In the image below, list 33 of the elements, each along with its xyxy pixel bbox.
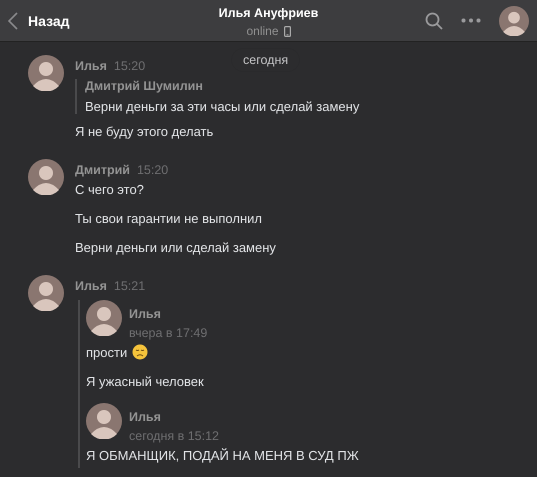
sender-name[interactable]: Дмитрий	[75, 163, 130, 177]
avatar[interactable]	[86, 403, 122, 439]
message-text: Верни деньги или сделай замену	[75, 240, 276, 255]
forward-author[interactable]: Илья	[129, 307, 208, 321]
avatar[interactable]	[28, 275, 64, 311]
message-text: Верни деньги за эти часы или сделай замену	[85, 99, 360, 114]
forward-author[interactable]: Дмитрий Шумилин	[85, 79, 360, 93]
phone-icon	[284, 26, 291, 36]
message-time: 15:20	[136, 163, 168, 177]
message-time: 15:20	[114, 59, 146, 73]
message-text: Я ужасный человек	[86, 374, 204, 389]
search-icon[interactable]	[425, 12, 443, 30]
message-text: С чего это?	[75, 182, 144, 197]
message-text: Ты свои гарантии не выполнил	[75, 211, 262, 226]
more-icon[interactable]	[461, 18, 481, 23]
avatar[interactable]	[28, 55, 64, 91]
online-status: online	[246, 24, 279, 38]
message-date: вчера в 17:49	[129, 326, 208, 340]
sad-face-icon	[132, 344, 148, 360]
back-button[interactable]: Назад	[8, 12, 70, 30]
sender-name[interactable]: Илья	[75, 59, 107, 73]
message-text: Я ОБМАНЩИК, ПОДАЙ НА МЕНЯ В СУД ПЖ	[86, 448, 359, 463]
forward-author[interactable]: Илья	[129, 410, 219, 424]
back-icon	[8, 12, 18, 30]
message-time: 15:21	[114, 279, 146, 293]
message-date: сегодня в 15:12	[129, 429, 219, 443]
avatar[interactable]	[28, 159, 64, 195]
message-text: прости	[86, 345, 128, 360]
message-text: Я не буду этого делать	[75, 124, 214, 139]
chat-title: Илья Ануфриев	[218, 6, 318, 20]
sender-name[interactable]: Илья	[75, 279, 107, 293]
avatar[interactable]	[86, 300, 122, 336]
avatar[interactable]	[499, 6, 529, 36]
